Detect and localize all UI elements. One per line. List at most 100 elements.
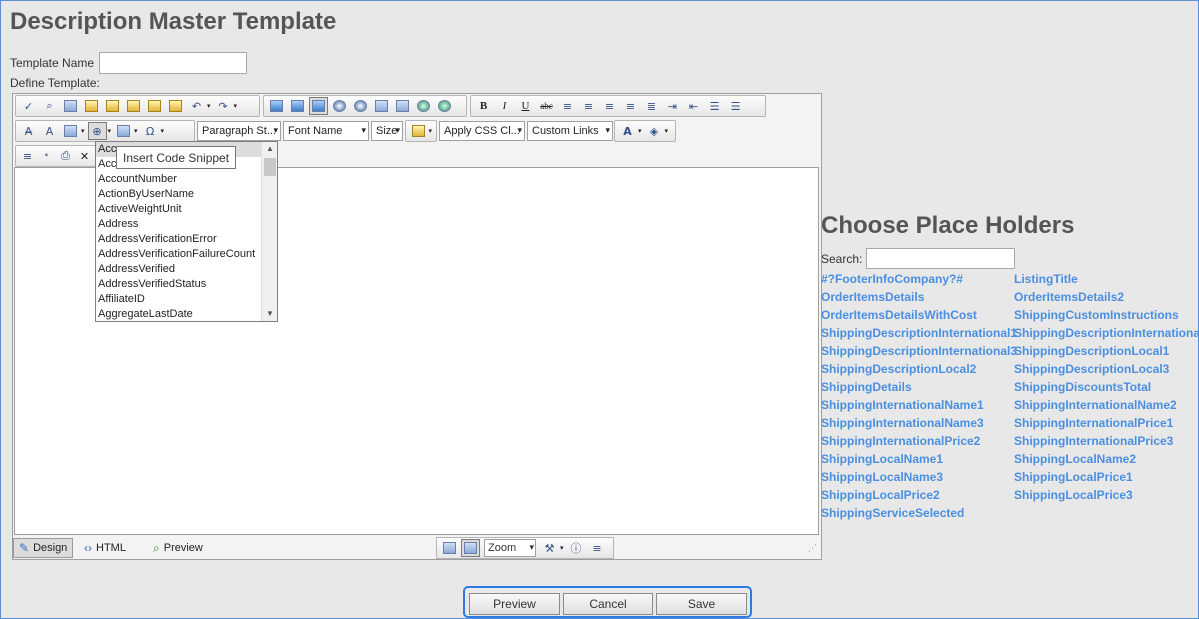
table-icon[interactable] <box>61 122 80 140</box>
apply-css-class-select[interactable]: Apply CSS Cl... <box>439 121 525 141</box>
align-center-icon[interactable]: ≡ <box>579 97 598 115</box>
save-button[interactable]: Save <box>656 593 747 615</box>
paste-word-icon[interactable] <box>103 97 122 115</box>
justify-icon[interactable]: ≡ <box>621 97 640 115</box>
spellcheck-icon[interactable]: ✓ <box>19 97 38 115</box>
preview-mode-tab[interactable]: ⌕ Preview <box>148 538 208 558</box>
template-manager-icon[interactable] <box>393 97 412 115</box>
delete-icon[interactable]: ✕ <box>76 147 93 165</box>
placeholder-link[interactable]: ShippingLocalPrice1 <box>1014 468 1133 486</box>
format-painter-icon[interactable] <box>409 122 427 140</box>
placeholder-link[interactable]: ShippingDescriptionLocal2 <box>821 360 976 378</box>
align-right-icon[interactable]: ≡ <box>600 97 619 115</box>
remove-alignment-icon[interactable]: ≣ <box>642 97 661 115</box>
preview-button[interactable]: Preview <box>469 593 560 615</box>
zoom-select[interactable]: Zoom <box>484 539 536 557</box>
scroll-thumb[interactable] <box>264 158 276 176</box>
paste-html-icon[interactable] <box>145 97 164 115</box>
paragraph-style-select[interactable]: Paragraph St... <box>197 121 281 141</box>
resize-grip-icon[interactable]: ⋰ <box>808 543 817 554</box>
xhtml-validator-icon[interactable]: ⚒ <box>540 539 559 557</box>
format-stripper-icon[interactable]: A̶ <box>19 122 38 140</box>
image-editor-icon[interactable] <box>309 97 328 115</box>
font-name-select[interactable]: Font Name <box>283 121 369 141</box>
insert-date-icon[interactable]: * <box>38 147 55 165</box>
outdent-icon[interactable]: ⇤ <box>684 97 703 115</box>
undo-dropdown-icon[interactable]: ▾ <box>207 102 211 110</box>
placeholder-link[interactable]: ShippingDescriptionInternational1 <box>821 324 1017 342</box>
redo-icon[interactable]: ↷ <box>214 97 233 115</box>
table-dropdown-icon[interactable]: ▾ <box>81 127 85 135</box>
ordered-list-icon[interactable]: ☰ <box>705 97 724 115</box>
search-input[interactable] <box>866 248 1015 269</box>
font-size-select[interactable]: Size <box>371 121 403 141</box>
form-dropdown-icon[interactable]: ▾ <box>134 127 138 135</box>
snippet-item[interactable]: AffiliateID <box>96 292 262 307</box>
placeholder-link[interactable]: ShippingCustomInstructions <box>1014 306 1179 324</box>
template-name-input[interactable] <box>99 52 247 74</box>
placeholder-link[interactable]: OrderItemsDetails <box>821 288 924 306</box>
placeholder-link[interactable]: ShippingDescriptionInternational <box>1014 324 1199 342</box>
validator-dropdown-icon[interactable]: ▾ <box>560 544 564 552</box>
placeholder-link[interactable]: ShippingDescriptionInternational3 <box>821 342 1017 360</box>
special-character-icon[interactable]: Ω <box>141 122 160 140</box>
cancel-button[interactable]: Cancel <box>563 593 653 615</box>
paste-text-icon[interactable] <box>124 97 143 115</box>
placeholder-link[interactable]: ShippingInternationalName2 <box>1014 396 1177 414</box>
snippet-item[interactable]: AddressVerified <box>96 262 262 277</box>
snippet-item[interactable]: ActionByUserName <box>96 187 262 202</box>
placeholder-link[interactable]: ShippingLocalName3 <box>821 468 943 486</box>
indent-icon[interactable]: ⇥ <box>663 97 682 115</box>
media-manager-icon[interactable] <box>351 97 370 115</box>
placeholder-link[interactable]: ShippingInternationalName1 <box>821 396 984 414</box>
placeholder-link[interactable]: ShippingDescriptionLocal3 <box>1014 360 1169 378</box>
placeholder-link[interactable]: ShippingLocalName1 <box>821 450 943 468</box>
placeholder-link[interactable]: ShippingDiscountsTotal <box>1014 378 1151 396</box>
placeholder-link[interactable]: ShippingDetails <box>821 378 912 396</box>
insert-code-snippet-icon[interactable]: ⊕ <box>87 122 107 140</box>
underline-button[interactable]: U <box>516 97 535 115</box>
painter-dropdown-icon[interactable]: ▾ <box>428 127 432 135</box>
placeholder-link[interactable]: ListingTitle <box>1014 270 1078 288</box>
unordered-list-icon[interactable]: ☰ <box>726 97 745 115</box>
snippet-item[interactable]: AccountNumber <box>96 172 262 187</box>
undo-icon[interactable]: ↶ <box>187 97 206 115</box>
statistics-icon[interactable]: ⓘ <box>567 539 586 557</box>
strikethrough-button[interactable]: abc <box>537 97 556 115</box>
placeholder-link[interactable]: OrderItemsDetails2 <box>1014 288 1124 306</box>
image-map-icon[interactable] <box>288 97 307 115</box>
paste-icon[interactable] <box>82 97 101 115</box>
custom-links-select[interactable]: Custom Links <box>527 121 613 141</box>
fore-color-icon[interactable]: A <box>618 122 637 140</box>
scroll-up-icon[interactable]: ▲ <box>262 142 277 156</box>
placeholder-link[interactable]: ShippingInternationalPrice3 <box>1014 432 1173 450</box>
placeholder-link[interactable]: ShippingServiceSelected <box>821 504 964 522</box>
placeholder-link[interactable]: ShippingLocalPrice3 <box>1014 486 1133 504</box>
placeholder-link[interactable]: ShippingInternationalName3 <box>821 414 984 432</box>
placeholder-link[interactable]: ShippingInternationalPrice2 <box>821 432 980 450</box>
placeholder-link[interactable]: ShippingLocalName2 <box>1014 450 1136 468</box>
tag-inspector-icon[interactable] <box>461 539 480 557</box>
placeholder-link[interactable]: ShippingLocalPrice2 <box>821 486 940 504</box>
flash-manager-icon[interactable] <box>330 97 349 115</box>
bold-button[interactable]: B <box>474 97 493 115</box>
snippet-item[interactable]: AggregateLastDate <box>96 307 262 321</box>
form-element-icon[interactable] <box>114 122 133 140</box>
copy-icon[interactable] <box>61 97 80 115</box>
fore-color-dropdown-icon[interactable]: ▾ <box>638 127 642 135</box>
hyperlink-icon[interactable] <box>414 97 433 115</box>
snippet-scrollbar[interactable]: ▲ ▼ <box>261 142 277 321</box>
html-mode-tab[interactable]: ‹› HTML <box>79 538 131 558</box>
italic-button[interactable]: I <box>495 97 514 115</box>
snippet-item[interactable]: ActiveWeightUnit <box>96 202 262 217</box>
align-left-icon[interactable]: ≡ <box>558 97 577 115</box>
snippet-item[interactable]: AddressVerificationFailureCount <box>96 247 262 262</box>
remove-link-icon[interactable] <box>435 97 454 115</box>
paste-special-icon[interactable] <box>166 97 185 115</box>
document-manager-icon[interactable] <box>372 97 391 115</box>
snippet-item[interactable]: Address <box>96 217 262 232</box>
module-manager-icon[interactable] <box>440 539 459 557</box>
snippet-item[interactable]: AddressVerifiedStatus <box>96 277 262 292</box>
back-color-dropdown-icon[interactable]: ▾ <box>665 127 669 135</box>
placeholder-link[interactable]: OrderItemsDetailsWithCost <box>821 306 977 324</box>
